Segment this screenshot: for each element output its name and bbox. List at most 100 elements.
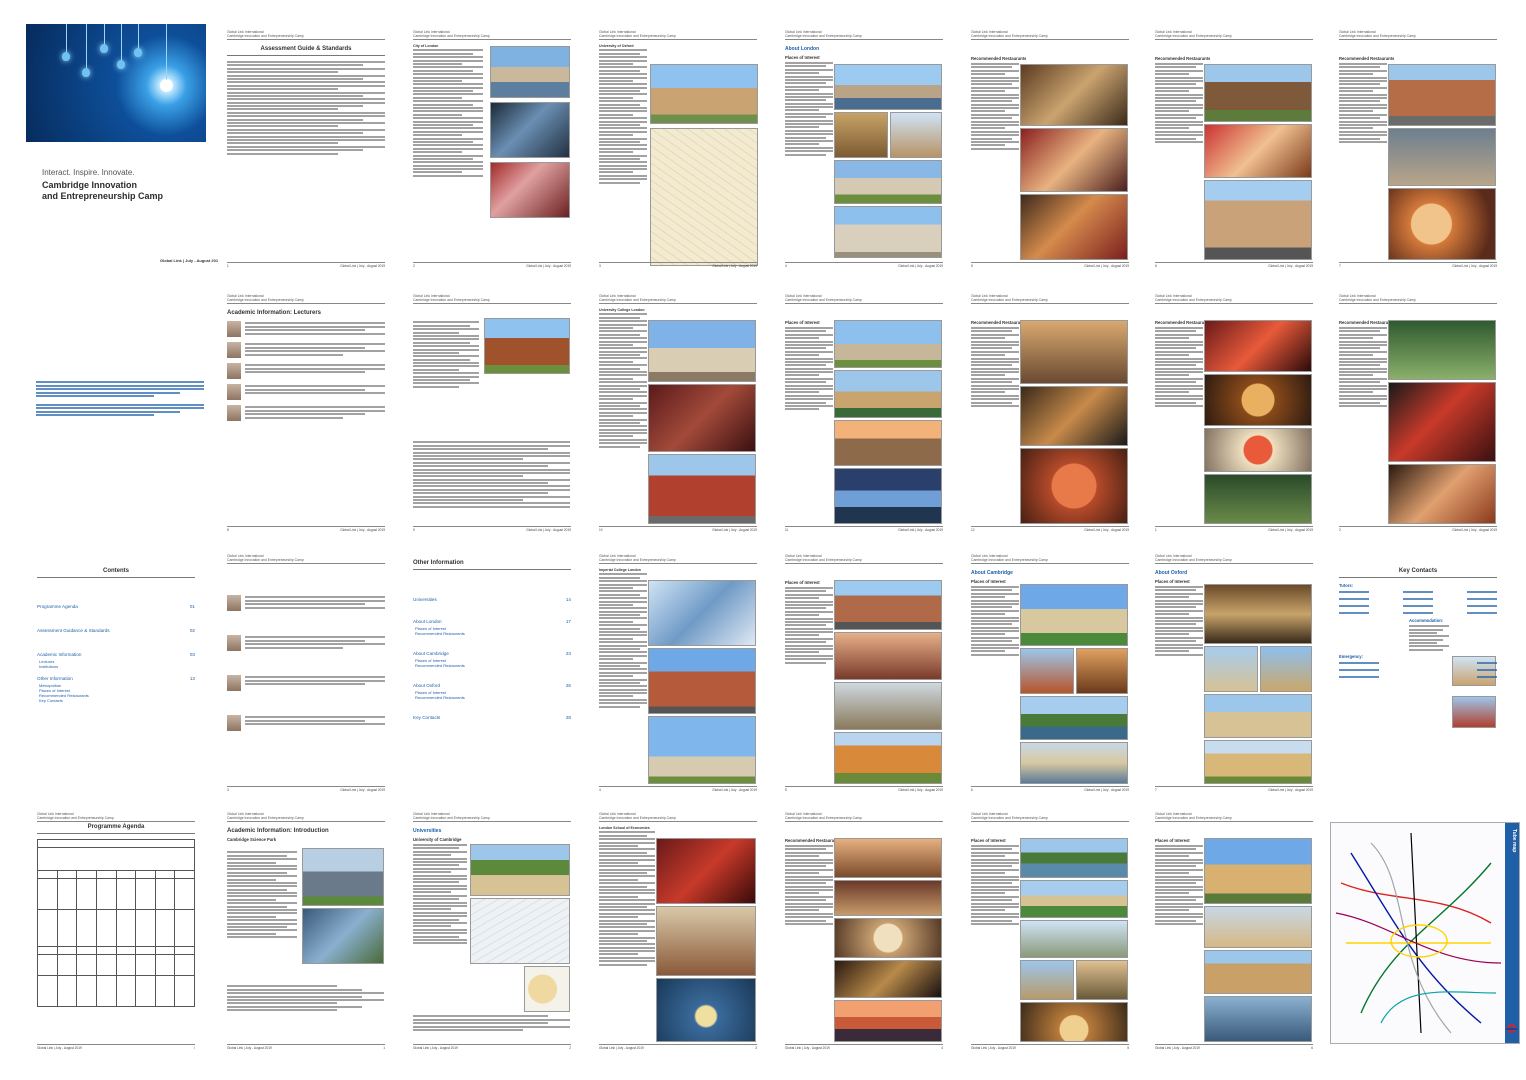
- page-restaurants-london-4: Global Link International Cambridge Innov…: [962, 290, 1138, 536]
- lecturer-profile: [227, 675, 385, 691]
- photo-accommodation-building: [1452, 696, 1496, 728]
- photo-cloister: [1204, 950, 1312, 994]
- photo-market-food: [1020, 128, 1128, 192]
- photo-pub-exterior: [1204, 64, 1312, 122]
- photo-market-stall: [490, 162, 570, 218]
- running-header: Global Link International Cambridge Innov…: [1155, 30, 1313, 40]
- page-programme-agenda: Global Link International Cambridge Innov…: [28, 808, 204, 1054]
- toc-entry[interactable]: About London 17: [413, 619, 571, 624]
- photo-college-tower: [1204, 646, 1258, 692]
- photo-pub-bar: [1020, 386, 1128, 446]
- photo-lse-library: [656, 978, 756, 1042]
- section-heading: Imperial College London: [599, 568, 641, 572]
- running-header: Global Link International Cambridge Innov…: [971, 812, 1129, 822]
- running-header: Global Link International Cambridge Innov…: [1155, 294, 1313, 304]
- toc-entry[interactable]: About Oxford 26: [413, 683, 571, 688]
- photo-bridge-of-sighs: [1020, 742, 1128, 784]
- cover-tagline: Interact. Inspire. Innovate.: [42, 168, 135, 177]
- page-other-information: Other Information Universities 14 About L…: [404, 550, 580, 796]
- section-heading: University of Oxford: [599, 44, 634, 48]
- agenda-table: [37, 839, 195, 1007]
- running-footer: 11 Global Link | July - August 2019: [785, 526, 943, 532]
- photo-sushi: [1388, 464, 1496, 524]
- lecturer-profile: [227, 321, 385, 337]
- running-footer: 1 Global Link | July - August 2019: [1155, 526, 1313, 532]
- running-footer: Global Link | July - August 2019 6: [1155, 1044, 1313, 1050]
- page-assessment: Global Link International Cambridge Innov…: [218, 26, 394, 272]
- running-footer: 6 Global Link | July - August 2019: [971, 786, 1129, 792]
- photo-cafe-interior: [1204, 124, 1312, 178]
- page-title: Academic Information: Lecturers: [227, 310, 322, 316]
- photo-bar-counter: [834, 960, 942, 998]
- lecturer-profile: [227, 363, 385, 379]
- photo-restaurant-interior: [1020, 64, 1128, 126]
- page-restaurants-london-1: Global Link International Cambridge Innov…: [962, 26, 1138, 272]
- toc-entry[interactable]: Assessment Guidance & Standards 02: [37, 628, 195, 633]
- page-restaurants-london-2: Global Link International Cambridge Innov…: [1146, 26, 1322, 272]
- running-header: Global Link International Cambridge Innov…: [785, 812, 943, 822]
- running-footer: 4 Global Link | July - August 2019: [599, 786, 757, 792]
- photo-chinese-restaurant: [1388, 382, 1496, 462]
- running-footer: 10 Global Link | July - August 2019: [599, 526, 757, 532]
- toc-entry[interactable]: About Cambridge 23: [413, 651, 571, 656]
- running-header: Global Link International Cambridge Innov…: [227, 294, 385, 304]
- photo-street-shop: [1204, 996, 1312, 1042]
- photo-modern-building: [484, 318, 570, 374]
- toc-entry[interactable]: Programme Agenda 01: [37, 604, 195, 609]
- photo-terrace-view: [834, 838, 942, 878]
- underground-logo-icon: [1506, 1024, 1517, 1033]
- section-heading: Recommended Restaurants: [971, 56, 1027, 61]
- running-header: Global Link International Cambridge Innov…: [785, 554, 943, 564]
- photo-museum-dome: [1020, 1002, 1128, 1042]
- running-footer: 2 Global Link | July - August 2019: [1339, 526, 1497, 532]
- cover-image: [26, 24, 206, 142]
- running-footer: 3 Global Link | July - August 2019: [599, 262, 757, 268]
- photo-sunset-terrace: [834, 1000, 942, 1042]
- photo-radcliffe-camera: [650, 64, 758, 124]
- photo-seafood: [1020, 448, 1128, 524]
- toc-entry[interactable]: Other Information 13: [37, 676, 195, 681]
- lecturer-profile: [227, 715, 385, 731]
- toc-subentry[interactable]: Key Contacts: [39, 698, 195, 703]
- photo-crab-dish: [1204, 428, 1312, 472]
- toc-entry[interactable]: Academic Information 03: [37, 652, 195, 657]
- running-header: Global Link International Cambridge Innov…: [1155, 554, 1313, 564]
- photo-queens-tower: [648, 716, 756, 784]
- photo-parliament: [834, 370, 942, 418]
- photo-ucl-portico: [648, 320, 756, 382]
- running-header: Global Link International Cambridge Innov…: [413, 30, 571, 40]
- uk-location-map: [524, 966, 570, 1012]
- page-restaurants-london-3: Global Link International Cambridge Innov…: [1330, 26, 1506, 272]
- toc-subentry[interactable]: Institutions: [39, 664, 195, 669]
- photo-college-court: [1020, 648, 1074, 694]
- photo-green-lawn: [1020, 880, 1128, 918]
- tube-map: Tube map: [1330, 822, 1520, 1044]
- running-footer: 8 Global Link | July - August 2019: [227, 526, 385, 532]
- section-title: About Cambridge: [971, 570, 1013, 576]
- photo-london-eye: [834, 468, 942, 524]
- running-header: Global Link International Cambridge Innov…: [599, 294, 757, 304]
- photo-st-pauls: [834, 320, 942, 368]
- page-title: Other Information: [413, 560, 571, 570]
- page-key-contacts: Key Contacts Tutors: Accommodation: Emer…: [1330, 550, 1506, 796]
- running-footer: 1 Global Link | July - August 2019: [227, 262, 385, 268]
- running-footer: Global Link | July - August 2019 i: [37, 1044, 195, 1050]
- running-footer: 5 Global Link | July - August 2019: [971, 262, 1129, 268]
- running-footer: 4 Global Link | July - August 2019: [785, 262, 943, 268]
- page-places-london-2: Global Link International Cambridge Innov…: [776, 290, 952, 536]
- page-oxford-colleges: Global Link International Cambridge Innov…: [404, 290, 580, 536]
- toc-entry[interactable]: Key Contacts 28: [413, 715, 571, 720]
- page-about-cambridge: Global Link International Cambridge Innov…: [962, 550, 1138, 796]
- photo-buckingham-palace: [834, 160, 942, 204]
- toc-entry[interactable]: Universities 14: [413, 597, 571, 602]
- body-text: [227, 61, 385, 155]
- page-ucl: Global Link International Cambridge Innov…: [590, 290, 766, 536]
- running-header: Global Link International Cambridge Innov…: [413, 294, 571, 304]
- page-title: Contents: [37, 568, 195, 578]
- running-footer: Global Link | July - August 2019 3: [599, 1044, 757, 1050]
- photo-street-restaurant: [1204, 180, 1312, 260]
- photo-cathedral: [1204, 694, 1312, 738]
- photo-rooftop-bar: [490, 102, 570, 158]
- page-lecturers-2: Global Link International Cambridge Innov…: [218, 550, 394, 796]
- running-footer: 6 Global Link | July - August 2019: [1155, 262, 1313, 268]
